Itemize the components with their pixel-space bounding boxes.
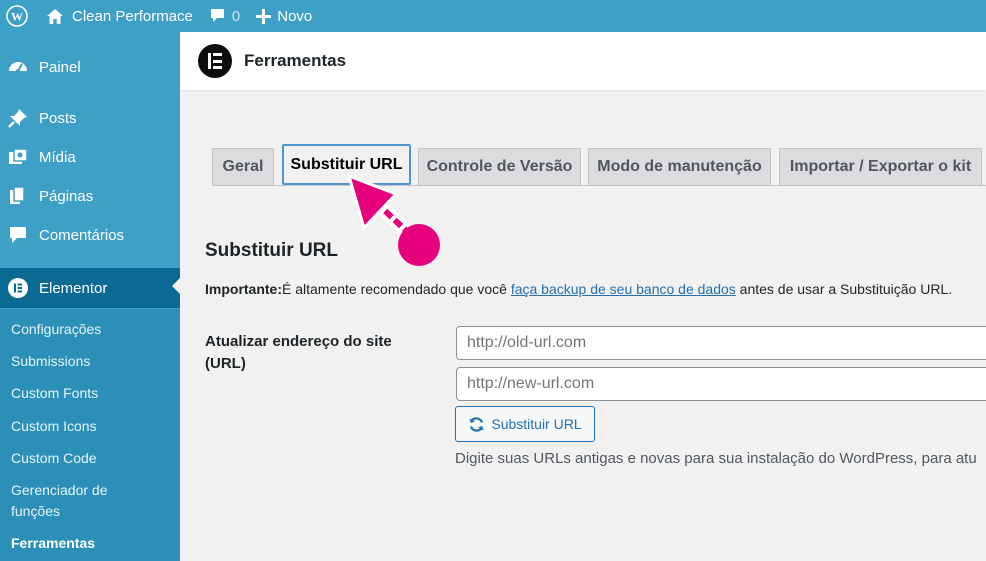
home-icon	[47, 8, 63, 24]
svg-text:W: W	[11, 10, 23, 24]
notice-text-pre: É altamente recomendado que você	[282, 281, 511, 297]
sidebar-item-label: Posts	[39, 109, 77, 127]
refresh-icon	[469, 416, 484, 432]
replace-url-button[interactable]: Substituir URL	[455, 406, 595, 442]
submenu-custom-code[interactable]: Custom Code	[11, 448, 171, 469]
comments-count: 0	[231, 7, 241, 25]
new-url-input[interactable]	[456, 367, 986, 401]
submenu-submissions[interactable]: Submissions	[11, 351, 171, 372]
page-header: Ferramentas	[180, 32, 986, 90]
media-icon	[8, 147, 28, 167]
sidebar-item-elementor[interactable]: Elementor	[0, 268, 180, 308]
sidebar-item-label: Painel	[39, 58, 81, 76]
sidebar-item-posts[interactable]: Posts	[0, 100, 180, 136]
sidebar-item-midia[interactable]: Mídia	[0, 139, 180, 175]
sidebar-item-comentarios[interactable]: Comentários	[0, 217, 180, 253]
submenu-configuracoes[interactable]: Configurações	[11, 319, 171, 340]
dashboard-icon	[8, 57, 28, 77]
plus-icon	[256, 8, 272, 24]
elementor-submenu: Configurações Submissions Custom Fonts C…	[0, 309, 180, 561]
sidebar-item-label: Mídia	[39, 148, 76, 166]
admin-bar: W Clean Performace 0 Novo	[0, 0, 986, 32]
notice-bold-label: Importante:	[205, 281, 282, 297]
notice-text-post: antes de usar a Substituição URL.	[735, 281, 953, 297]
elementor-logo-icon	[198, 44, 232, 78]
wordpress-logo-button[interactable]: W	[0, 0, 38, 32]
admin-sidebar: Painel Posts Mídia Páginas Comentários E…	[0, 32, 180, 561]
new-content-link[interactable]: Novo	[248, 0, 320, 32]
replace-url-description: Digite suas URLs antigas e novas para su…	[455, 450, 977, 467]
sidebar-item-label: Elementor	[39, 279, 108, 297]
wordpress-icon: W	[6, 5, 28, 27]
section-title: Substituir URL	[205, 240, 338, 261]
comments-link[interactable]: 0	[201, 0, 248, 32]
comment-bubble-icon	[210, 9, 224, 22]
submenu-custom-icons[interactable]: Custom Icons	[11, 416, 171, 437]
tabs-divider	[212, 185, 986, 186]
tab-substituir-url[interactable]: Substituir URL	[282, 144, 411, 185]
tab-controle-versao[interactable]: Controle de Versão	[418, 148, 581, 185]
pages-icon	[8, 186, 28, 206]
replace-url-button-label: Substituir URL	[491, 416, 582, 432]
tab-importar-exportar-kit[interactable]: Importar / Exportar o kit	[779, 148, 982, 185]
tab-geral[interactable]: Geral	[212, 148, 274, 185]
sidebar-item-painel[interactable]: Painel	[0, 49, 180, 85]
site-name: Clean Performace	[72, 7, 193, 25]
elementor-icon	[8, 278, 28, 298]
sidebar-item-paginas[interactable]: Páginas	[0, 178, 180, 214]
comment-icon	[8, 225, 28, 245]
sidebar-item-label: Páginas	[39, 187, 94, 205]
submenu-gerenciador-funcoes[interactable]: Gerenciador de funções	[11, 480, 131, 522]
page-title: Ferramentas	[244, 51, 347, 70]
submenu-ferramentas[interactable]: Ferramentas	[11, 533, 171, 554]
submenu-custom-fonts[interactable]: Custom Fonts	[11, 383, 171, 404]
new-label: Novo	[277, 7, 313, 25]
tab-modo-manutencao[interactable]: Modo de manutenção	[588, 148, 771, 185]
site-name-link[interactable]: Clean Performace	[38, 0, 201, 32]
backup-database-link[interactable]: faça backup de seu banco de dados	[511, 281, 736, 297]
sidebar-item-label: Comentários	[39, 226, 125, 244]
important-notice: Importante:É altamente recomendado que v…	[205, 281, 952, 297]
pin-icon	[8, 108, 28, 128]
update-site-url-label: Atualizar endereço do site (URL)	[205, 333, 392, 372]
old-url-input[interactable]	[456, 326, 986, 360]
